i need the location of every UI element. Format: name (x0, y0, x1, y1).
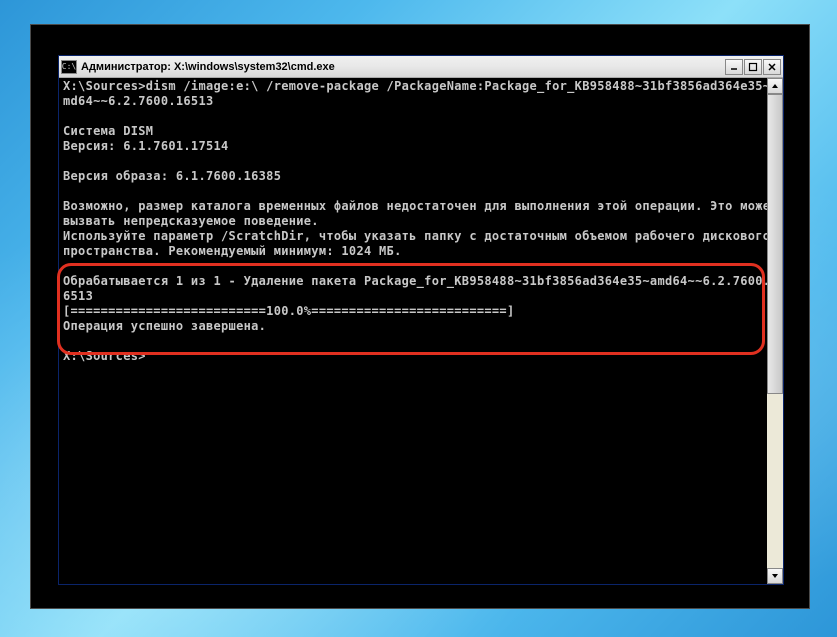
maximize-button[interactable] (744, 59, 762, 75)
titlebar[interactable]: C:\ Администратор: X:\windows\system32\c… (59, 56, 783, 78)
scroll-thumb[interactable] (767, 94, 783, 394)
cmd-icon: C:\ (61, 60, 77, 74)
cmd-window: C:\ Администратор: X:\windows\system32\c… (58, 55, 784, 585)
terminal-output: X:\Sources>dism /image:e:\ /remove-packa… (59, 78, 783, 365)
window-title: Администратор: X:\windows\system32\cmd.e… (81, 61, 724, 73)
minimize-button[interactable] (725, 59, 743, 75)
scroll-up-button[interactable] (767, 78, 783, 94)
scroll-track[interactable] (767, 94, 783, 568)
window-controls (724, 59, 781, 75)
terminal-area[interactable]: X:\Sources>dism /image:e:\ /remove-packa… (59, 78, 783, 584)
scroll-down-button[interactable] (767, 568, 783, 584)
prompt: X:\Sources> (63, 349, 146, 363)
close-button[interactable] (763, 59, 781, 75)
vertical-scrollbar[interactable] (767, 78, 783, 584)
